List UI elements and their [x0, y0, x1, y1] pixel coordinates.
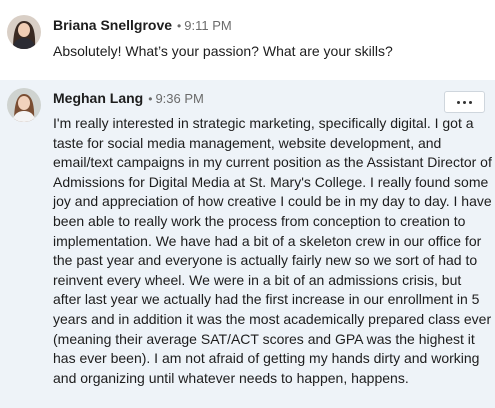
- separator-dot: •: [177, 19, 182, 33]
- timestamp: 9:36 PM: [155, 91, 204, 106]
- message-header: Briana Snellgrove • 9:11 PM: [53, 16, 232, 35]
- message-item: Meghan Lang • 9:36 PM I'm really intereste…: [0, 80, 495, 408]
- separator-dot: •: [148, 92, 153, 106]
- more-options-button[interactable]: [444, 91, 485, 113]
- avatar[interactable]: [7, 15, 41, 49]
- timestamp: 9:11 PM: [184, 18, 232, 33]
- message-header: Meghan Lang • 9:36 PM: [53, 89, 204, 108]
- message-text: I'm really interested in strategic marke…: [53, 115, 492, 386]
- message-text: Absolutely! What’s your passion? What ar…: [53, 43, 393, 59]
- avatar[interactable]: [7, 88, 41, 122]
- message-item: Briana Snellgrove • 9:11 PM Absolutely! Wh…: [0, 0, 495, 80]
- author-name[interactable]: Meghan Lang: [53, 90, 143, 106]
- more-horizontal-icon: [457, 100, 472, 104]
- author-name[interactable]: Briana Snellgrove: [53, 17, 172, 33]
